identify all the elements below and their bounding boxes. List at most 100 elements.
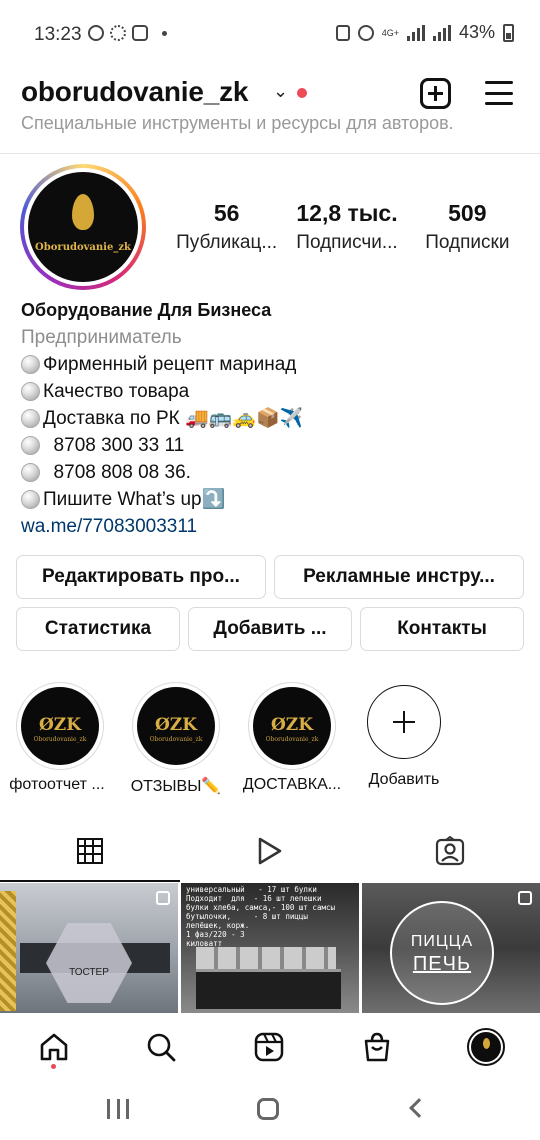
stat-value: 12,8 тыс.: [296, 200, 398, 226]
network-type: 4G+: [381, 27, 399, 38]
post-image-detail: [0, 891, 16, 1011]
post-thumbnail[interactable]: универсальный - 17 шт булки Подходит для…: [181, 883, 359, 1013]
instagram-icon: [132, 25, 148, 41]
status-bar: 13:23 4G+ 43%: [0, 0, 540, 68]
highlight-logo: ØZK: [39, 715, 81, 735]
stat-posts[interactable]: 56 Публикац...: [166, 198, 287, 258]
search-icon: [147, 1033, 176, 1062]
profile-tabs: [0, 820, 540, 882]
notification-dot: [51, 1064, 56, 1069]
post-thumbnail[interactable]: ПИЦЦА ПЕЧЬ: [362, 883, 540, 1013]
home-button-icon[interactable]: [257, 1098, 279, 1120]
carousel-icon: [518, 891, 532, 905]
sync-icon: [110, 25, 126, 41]
highlight-logo-sub: Oborudovanie_zk: [149, 736, 203, 743]
account-switcher[interactable]: oborudovanie_zk: [21, 76, 248, 108]
whatsapp-icon: [88, 25, 104, 41]
post-overlay-text: универсальный - 17 шт булки Подходит для…: [186, 885, 336, 948]
more-notifications-icon: [162, 30, 167, 36]
highlight-logo-sub: Oborudovanie_zk: [265, 736, 319, 743]
post-label: ТОСТЕР: [69, 967, 109, 978]
highlight-logo: ØZK: [271, 715, 313, 735]
bio-phone[interactable]: 8708 300 33 11: [43, 432, 185, 459]
ad-tools-button[interactable]: Рекламные инстру...: [274, 555, 524, 599]
post-image-detail: [196, 969, 341, 1009]
back-icon[interactable]: [409, 1098, 429, 1118]
insights-button[interactable]: Статистика: [16, 607, 180, 651]
stat-value: 509: [448, 200, 487, 226]
create-post-button[interactable]: [420, 78, 451, 109]
play-icon: [258, 837, 282, 865]
bio-line: Пишите What’s up⤵️: [43, 489, 226, 510]
carousel-icon: [156, 891, 170, 905]
story-highlight[interactable]: ØZK Oborudovanie_zk ОТЗЫВЫ✏️: [126, 682, 226, 796]
nav-reels[interactable]: [249, 1027, 289, 1067]
nav-profile[interactable]: [466, 1027, 506, 1067]
profile-header: oborudovanie_zk ⌄: [0, 68, 540, 120]
bullet-ball-icon: [21, 436, 40, 455]
nav-shop[interactable]: [357, 1027, 397, 1067]
profile-stats: 56 Публикац... 12,8 тыс. Подписчи... 509…: [166, 198, 528, 258]
signal-icon: [406, 24, 425, 41]
stat-followers[interactable]: 12,8 тыс. Подписчи...: [287, 198, 406, 258]
android-navigation-bar: [0, 1079, 540, 1140]
posts-grid: ТОСТЕР универсальный - 17 шт булки Подхо…: [0, 883, 540, 1013]
home-icon: [40, 1033, 68, 1061]
divider: [0, 153, 540, 154]
story-highlight[interactable]: ØZK Oborudovanie_zk ДОСТАВКА...: [242, 682, 342, 794]
menu-button[interactable]: [485, 81, 513, 105]
post-overlay-text: ПИЦЦА: [410, 933, 474, 950]
plus-icon: [367, 685, 441, 759]
avatar-logo-text: Oborudovanie_zk: [35, 242, 131, 253]
highlight-label: ОТЗЫВЫ✏️: [130, 778, 222, 795]
add-shop-button[interactable]: Добавить ...: [188, 607, 352, 651]
nav-home[interactable]: [34, 1027, 74, 1067]
story-highlight[interactable]: ØZK Oborudovanie_zk фотоотчет ...: [9, 682, 110, 794]
contacts-button[interactable]: Контакты: [360, 607, 524, 651]
post-image-detail: [196, 947, 336, 969]
battery-icon: [503, 23, 514, 42]
nav-search[interactable]: [141, 1027, 181, 1067]
stat-following[interactable]: 509 Подписки: [407, 198, 528, 258]
profile-avatar[interactable]: Oborudovanie_zk: [20, 164, 146, 290]
bio-line: Доставка по РК 🚚🚌🚕📦✈️: [43, 408, 304, 429]
bottom-navigation: [0, 1013, 540, 1079]
alarm-icon: [357, 24, 374, 41]
post-hex-badge: [46, 923, 132, 1003]
reels-icon: [254, 1032, 284, 1062]
new-highlight-button[interactable]: Добавить: [354, 682, 454, 789]
profile-category: Предприниматель: [21, 327, 182, 348]
chevron-down-icon[interactable]: ⌄: [273, 81, 288, 102]
creator-tools-banner[interactable]: Специальные инструменты и ресурсы для ав…: [21, 116, 454, 138]
bio-line: Фирменный рецепт маринад: [43, 354, 297, 375]
bullet-ball-icon: [21, 382, 40, 401]
bullet-ball-icon: [21, 490, 40, 509]
bio-line: Качество товара: [43, 381, 190, 402]
tab-posts-grid[interactable]: [0, 820, 180, 882]
highlight-label: Добавить: [368, 771, 440, 788]
profile-link[interactable]: wa.me/77083003311: [21, 513, 521, 540]
stat-label: Подписки: [425, 232, 510, 253]
profile-name: Оборудование Для Бизнеса: [21, 300, 272, 320]
notification-dot: [297, 88, 307, 98]
status-time: 13:23: [34, 24, 82, 45]
tab-tagged[interactable]: [360, 820, 540, 882]
tagged-user-icon: [435, 836, 465, 866]
tab-reels[interactable]: [180, 820, 360, 882]
highlight-label: ДОСТАВКА...: [242, 776, 342, 793]
bio-phone[interactable]: 8708 808 08 36.: [43, 459, 191, 486]
grid-icon: [77, 838, 103, 864]
bullet-ball-icon: [21, 355, 40, 374]
battery-saver-icon: [335, 24, 350, 41]
edit-profile-button[interactable]: Редактировать про...: [16, 555, 266, 599]
shopping-bag-icon: [364, 1032, 390, 1062]
stat-value: 56: [213, 200, 240, 226]
post-overlay-text: ПЕЧЬ: [412, 953, 472, 975]
recent-apps-icon[interactable]: [107, 1099, 129, 1119]
stat-label: Подписчи...: [296, 232, 398, 253]
highlight-logo: ØZK: [155, 715, 197, 735]
bullet-ball-icon: [21, 409, 40, 428]
bullet-ball-icon: [21, 463, 40, 482]
active-tab-indicator: [0, 880, 180, 882]
post-thumbnail[interactable]: ТОСТЕР: [0, 883, 178, 1013]
